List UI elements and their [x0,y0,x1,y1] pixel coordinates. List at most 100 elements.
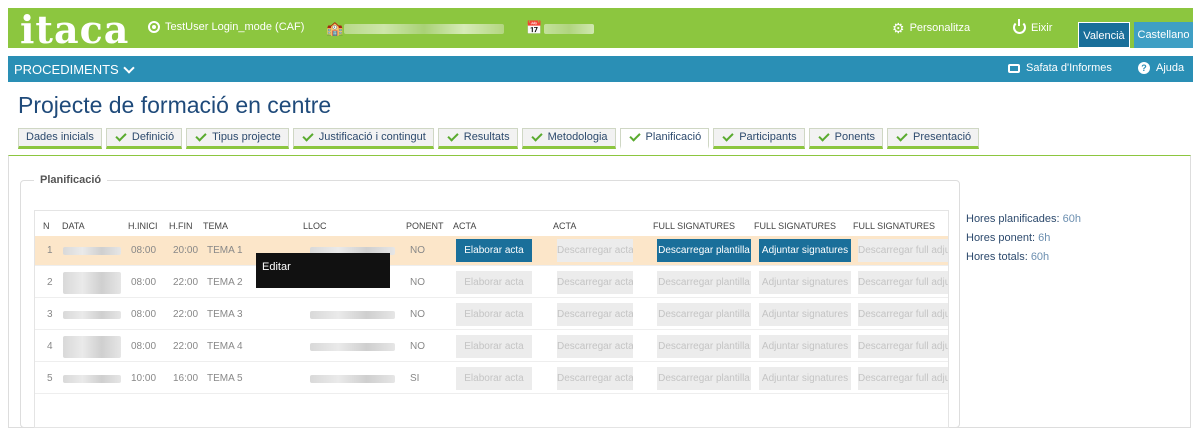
col-header-data: DATA [62,221,85,231]
adjuntar-signatures-button[interactable]: Adjuntar signatures [759,239,851,262]
fieldset-legend: Planificació [34,174,108,186]
cell-hfin: 22:00 [173,309,199,320]
check-icon [195,130,207,142]
ajuda-label: Ajuda [1156,62,1185,74]
descarregar-plantilla-button[interactable]: Descarregar plantilla [657,303,751,326]
procediments-menu[interactable]: PROCEDIMENTS [14,61,135,77]
adjuntar-signatures-button[interactable]: Adjuntar signatures [759,303,851,326]
hores-ponent-value: 6h [1038,232,1051,244]
adjuntar-signatures-button[interactable]: Adjuntar signatures [759,335,851,358]
lang-castellano-button[interactable]: Castellano [1134,22,1193,48]
tab-ponents[interactable]: Ponents [808,128,884,149]
cell-hinici: 08:00 [131,309,157,320]
descarregar-full-adjunt-button[interactable]: Descarregar full adjunt [858,367,948,390]
tab-bar: Dades inicials Definició Tipus projecte … [18,128,980,149]
cell-n: 4 [47,341,53,352]
cell-tema: TEMA 1 [207,245,243,256]
table-row[interactable]: 4 08:00 22:00 TEMA 4 NO Elaborar acta De… [35,332,948,362]
cell-ponent: NO [410,277,425,288]
hours-summary: Hores planificades: 60h Hores ponent: 6h… [966,210,1081,267]
descarregar-acta-button[interactable]: Descarregar acta [557,239,633,262]
hores-planificades-label: Hores planificades: [966,213,1060,225]
tab-resultats[interactable]: Resultats [437,128,518,149]
adjuntar-signatures-button[interactable]: Adjuntar signatures [759,271,851,294]
user-info: TestUser Login_mode (CAF) [148,21,304,33]
editar-context-menu[interactable]: Editar [256,253,390,288]
tab-label: Planificació [645,131,702,143]
tab-definicio[interactable]: Definició [105,128,183,149]
cell-tema: TEMA 2 [207,277,243,288]
descarregar-plantilla-button[interactable]: Descarregar plantilla [657,239,751,262]
descarregar-plantilla-button[interactable]: Descarregar plantilla [657,335,751,358]
table-row[interactable]: 2 08:00 22:00 TEMA 2 NO Elaborar acta De… [35,268,948,298]
elaborar-acta-button[interactable]: Elaborar acta [456,271,532,294]
descarregar-full-adjunt-button[interactable]: Descarregar full adjunt [858,239,948,262]
redacted-center [344,24,504,34]
table-row[interactable]: 1 08:00 20:00 TEMA 1 NO Elaborar acta De… [35,236,948,266]
descarregar-plantilla-button[interactable]: Descarregar plantilla [657,367,751,390]
descarregar-plantilla-button[interactable]: Descarregar plantilla [657,271,751,294]
redacted-lloc [310,375,395,383]
cell-ponent: NO [410,309,425,320]
calendar-icon: 📅 [526,20,543,35]
cell-hfin: 22:00 [173,277,199,288]
cell-hinici: 08:00 [131,245,157,256]
table-row[interactable]: 3 08:00 22:00 TEMA 3 NO Elaborar acta De… [35,300,948,330]
tab-justificacio[interactable]: Justificació i contingut [292,128,434,149]
tab-tipus-projecte[interactable]: Tipus projecte [186,128,289,149]
tab-planificacio[interactable]: Planificació [619,128,710,149]
elaborar-acta-button[interactable]: Elaborar acta [456,239,532,262]
elaborar-acta-button[interactable]: Elaborar acta [456,303,532,326]
help-icon: ? [1138,62,1150,74]
personalitza-link[interactable]: ⚙ Personalitza [892,21,970,35]
tab-label: Ponents [834,131,876,143]
adjuntar-signatures-button[interactable]: Adjuntar signatures [759,367,851,390]
tab-dades-inicials[interactable]: Dades inicials [18,128,102,149]
hores-ponent: Hores ponent: 6h [966,229,1081,248]
descarregar-acta-button[interactable]: Descarregar acta [557,367,633,390]
check-icon [818,130,830,142]
cell-tema: TEMA 5 [207,373,243,384]
safata-informes-link[interactable]: Safata d'Informes [1008,62,1112,74]
tab-participants[interactable]: Participants [713,128,805,149]
redacted-date [63,375,121,383]
table-row[interactable]: 5 10:00 16:00 TEMA 5 SI Elaborar acta De… [35,364,948,394]
descarregar-acta-button[interactable]: Descarregar acta [557,303,633,326]
cell-ponent: SI [410,373,420,384]
tab-presentacio[interactable]: Presentació [887,128,980,149]
col-header-n: N [43,221,50,231]
logout-link[interactable]: Eixir [1013,19,1052,34]
elaborar-acta-button[interactable]: Elaborar acta [456,367,532,390]
hores-ponent-label: Hores ponent: [966,232,1036,244]
lang-valencia-button[interactable]: Valencià [1078,22,1130,48]
hores-totals-value: 60h [1030,251,1050,263]
elaborar-acta-button[interactable]: Elaborar acta [456,335,532,358]
tab-metodologia[interactable]: Metodologia [521,128,616,149]
cell-tema: TEMA 3 [207,309,243,320]
cell-ponent: NO [410,245,425,256]
descarregar-full-adjunt-button[interactable]: Descarregar full adjunt [858,335,948,358]
page-title: Projecte de formació en centre [18,92,332,118]
editar-label[interactable]: Editar [262,261,291,273]
itaca-logo[interactable]: itaca [20,8,129,52]
ajuda-link[interactable]: ? Ajuda [1138,62,1184,74]
check-icon [896,130,908,142]
redacted-date [63,247,121,255]
cell-n: 2 [47,277,53,288]
cell-hfin: 20:00 [173,245,199,256]
top-bar: itaca TestUser Login_mode (CAF) 🏫 📅 ⚙ Pe… [8,8,1193,52]
cell-tema: TEMA 4 [207,341,243,352]
descarregar-full-adjunt-button[interactable]: Descarregar full adjunt [858,271,948,294]
descarregar-acta-button[interactable]: Descarregar acta [557,335,633,358]
hores-planificades-value: 60h [1062,213,1081,225]
check-icon [302,130,314,142]
col-header-fs1: FULL SIGNATURES [653,221,736,231]
hores-planificades: Hores planificades: 60h [966,210,1081,229]
nav-bar: PROCEDIMENTS Safata d'Informes ? Ajuda [8,56,1193,82]
building-icon: 🏫 [326,20,344,36]
descarregar-full-adjunt-button[interactable]: Descarregar full adjunt [858,303,948,326]
col-header-acta2: ACTA [553,221,577,231]
cell-n: 1 [47,245,53,256]
user-icon [148,21,160,33]
descarregar-acta-button[interactable]: Descarregar acta [557,271,633,294]
